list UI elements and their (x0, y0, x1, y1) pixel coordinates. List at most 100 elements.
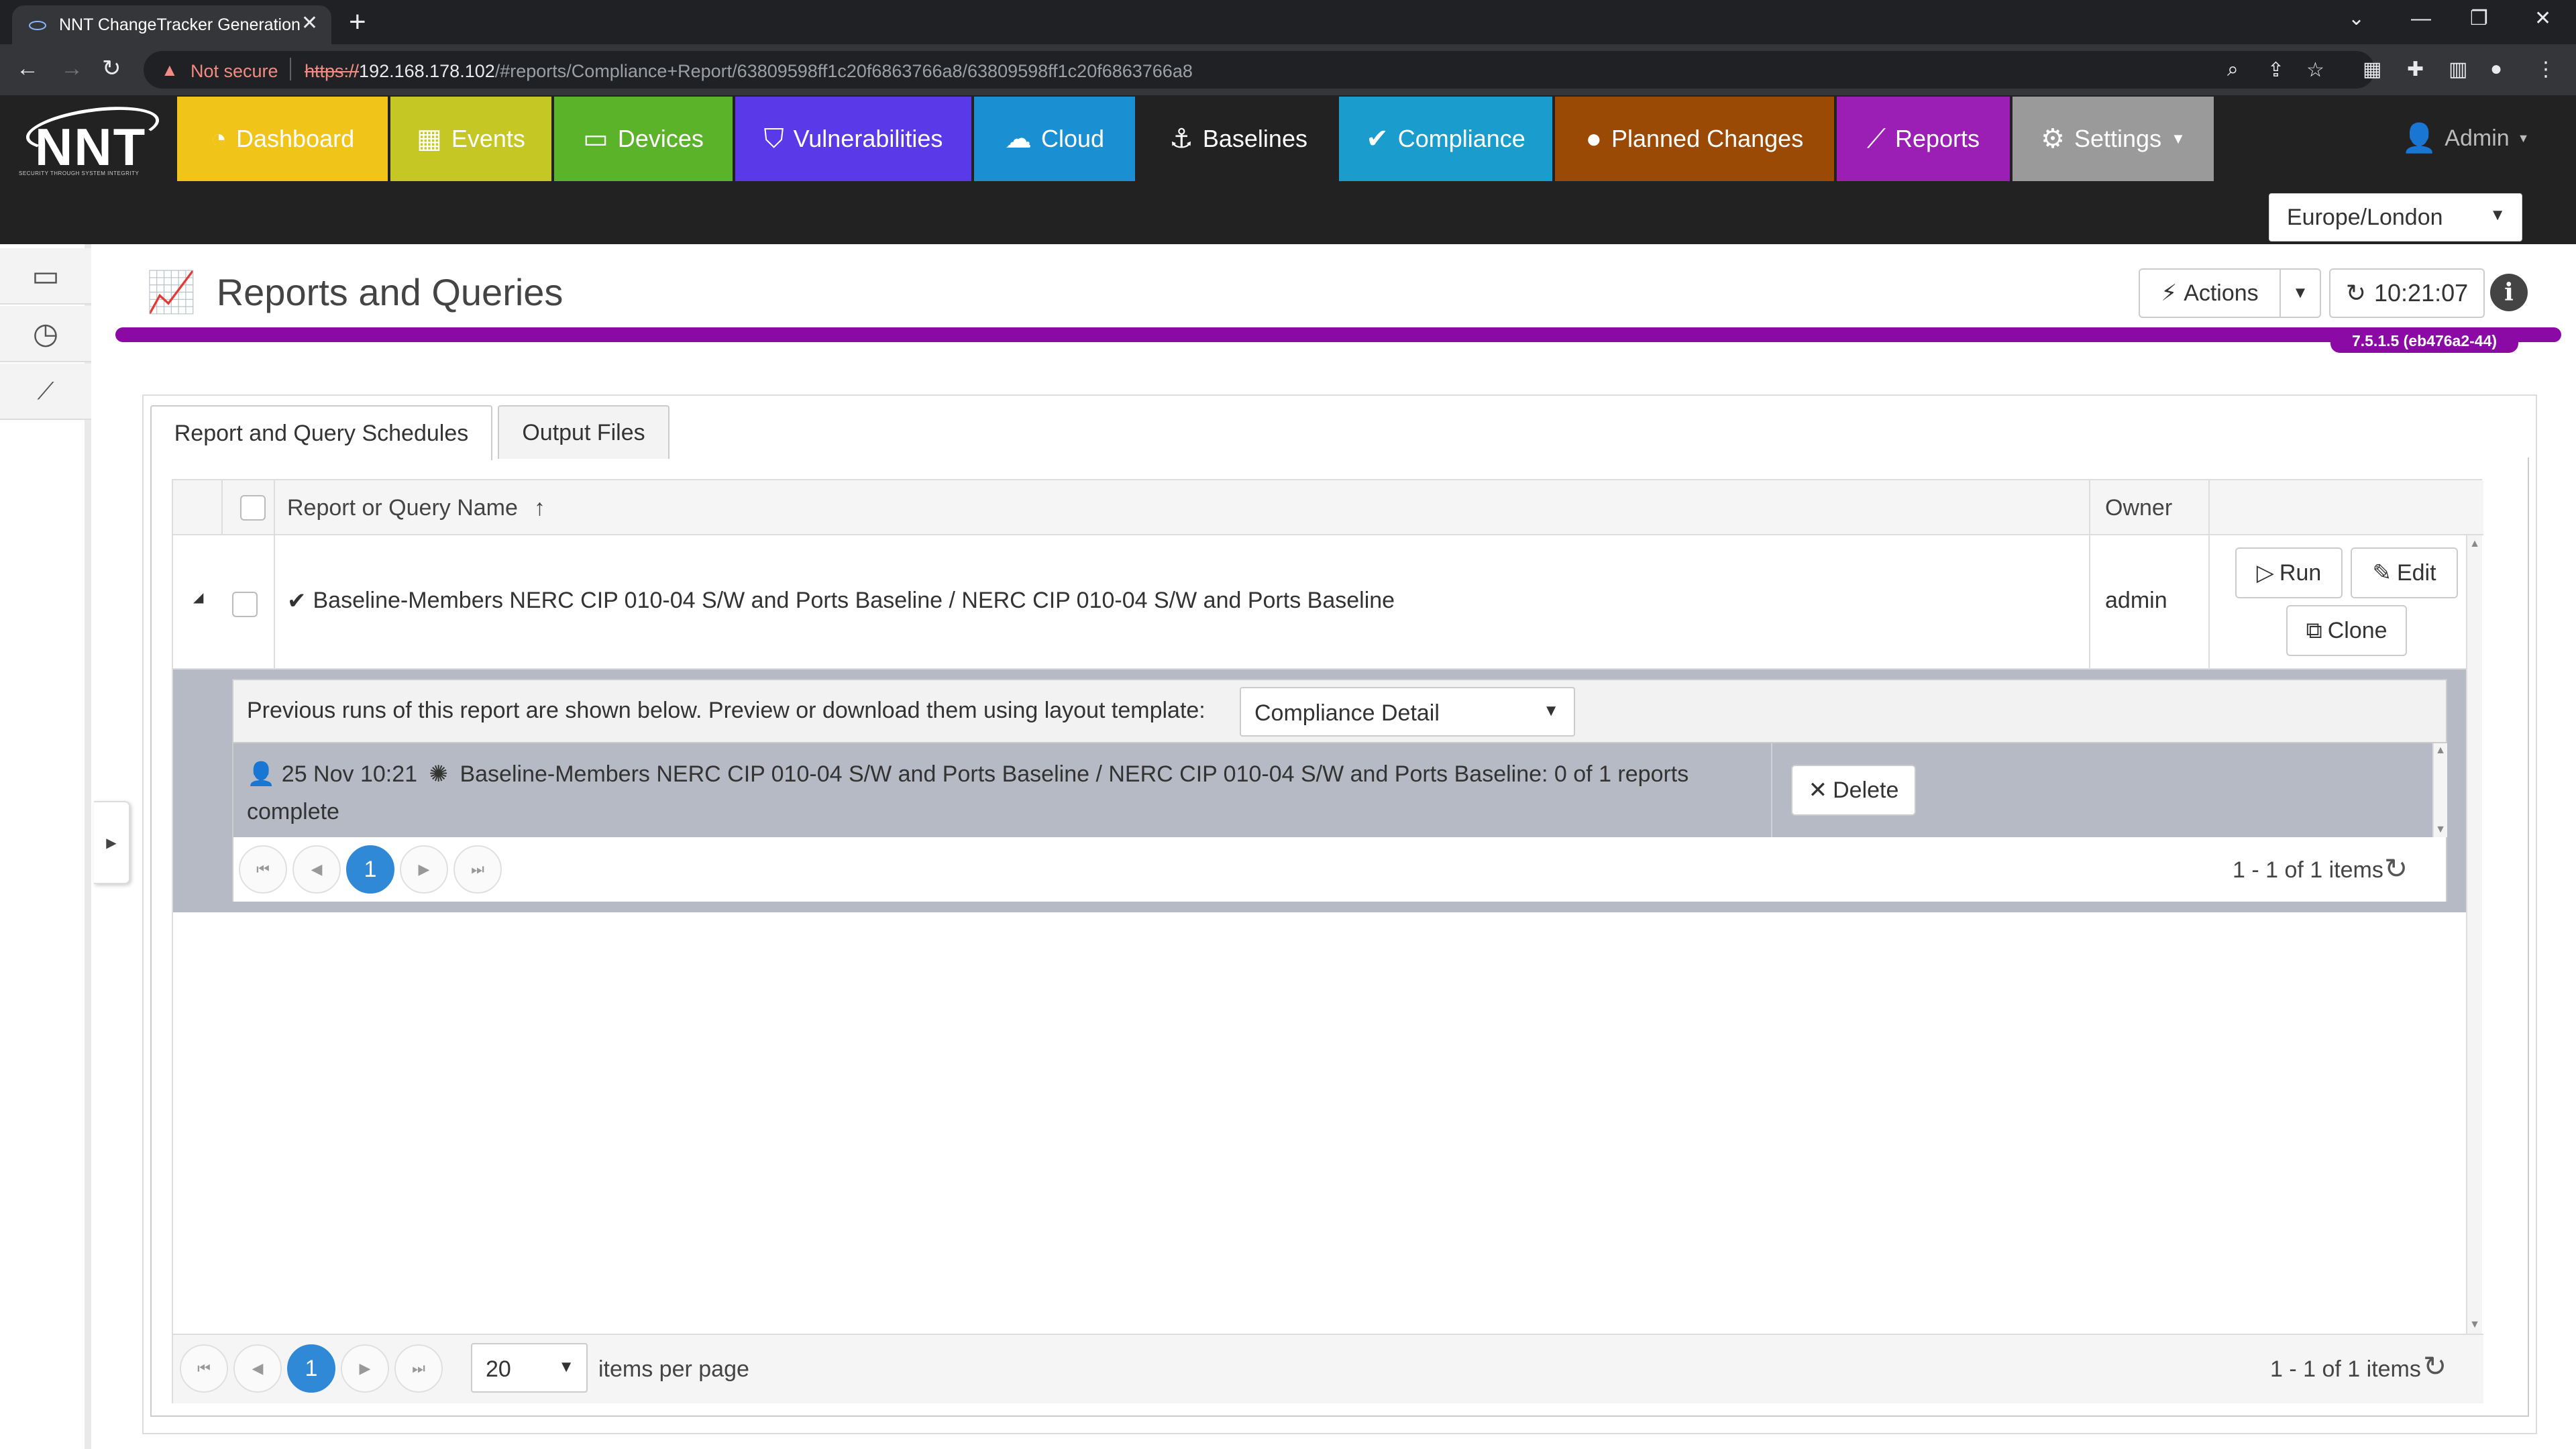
bookmark-star-icon[interactable]: ☆ (2306, 58, 2324, 82)
nav-planned-changes[interactable]: ● Planned Changes (1555, 97, 1834, 181)
rail-history-button[interactable]: ◷ (0, 306, 91, 362)
refresh-clock-button[interactable]: ↻ 10:21:07 (2329, 268, 2485, 318)
select-all-checkbox[interactable] (240, 495, 266, 521)
last-page-icon[interactable]: ⏭ (394, 1344, 443, 1393)
runs-page-1[interactable]: 1 (346, 845, 394, 894)
scroll-down-icon[interactable]: ▼ (2434, 824, 2447, 836)
url-separator (290, 58, 291, 80)
nnt-favicon-icon (29, 21, 46, 30)
nav-compliance[interactable]: ✔ Compliance (1339, 97, 1552, 181)
clone-button[interactable]: ⧉ Clone (2286, 605, 2407, 656)
share-icon[interactable]: ⇪ (2267, 58, 2284, 82)
first-page-icon[interactable]: ⏮ (180, 1344, 228, 1393)
info-icon[interactable]: i (2490, 274, 2528, 311)
refresh-icon[interactable]: ↻ (2423, 1350, 2447, 1383)
nnt-logo[interactable]: NNT SECURITY THROUGH SYSTEM INTEGRITY (17, 99, 162, 184)
delete-run-button[interactable]: ✕ Delete (1791, 765, 1916, 816)
rail-reports-button[interactable]: ⟋ (0, 364, 91, 420)
table-row[interactable]: ◢ ✔ Baseline-Members NERC CIP 010-04 S/W… (173, 535, 2466, 669)
nav-cloud[interactable]: ☁ Cloud (974, 97, 1135, 181)
side-panel-icon[interactable]: ▥ (2449, 58, 2467, 81)
collapse-row-icon[interactable]: ◢ (193, 589, 203, 606)
url-path: /#reports/Compliance+Report/63809598ff1c… (494, 61, 1193, 81)
caret-down-icon: ▼ (2489, 206, 2506, 224)
actions-button[interactable]: ⚡ Actions (2140, 270, 2281, 317)
extensions-icon[interactable]: ✚ (2407, 58, 2424, 81)
zoom-icon[interactable]: ⌕ (2227, 58, 2239, 81)
reload-icon[interactable]: ↻ (102, 55, 121, 82)
nav-reports[interactable]: ⟋ Reports (1837, 97, 2010, 181)
app-header: NNT SECURITY THROUGH SYSTEM INTEGRITY ◔ … (0, 95, 2576, 244)
new-tab-icon[interactable]: + (349, 5, 366, 39)
qr-extension-icon[interactable]: ▦ (2363, 58, 2381, 81)
column-header-owner[interactable]: Owner (2105, 480, 2172, 535)
minimize-icon[interactable]: — (2411, 5, 2431, 32)
window-close-icon[interactable]: ✕ (2534, 5, 2551, 32)
runs-scrollbar[interactable]: ▲ ▼ (2432, 743, 2447, 837)
column-header-name[interactable]: Report or Query Name ↑ (287, 480, 545, 535)
page-size-select[interactable]: 20 ▼ (471, 1343, 588, 1393)
next-page-icon[interactable]: ▶ (400, 845, 448, 894)
scroll-up-icon[interactable]: ▲ (2467, 538, 2482, 550)
restore-icon[interactable]: ❐ (2470, 5, 2488, 32)
edit-button[interactable]: ✎ Edit (2351, 547, 2458, 598)
tab-output-files[interactable]: Output Files (498, 405, 669, 459)
next-page-icon[interactable]: ▶ (341, 1344, 389, 1393)
nav-events[interactable]: ▦ Events (390, 97, 551, 181)
runs-pager: ⏮ ◀ 1 ▶ ⏭ 1 - 1 of 1 items ↻ (233, 837, 2446, 902)
scroll-up-icon[interactable]: ▲ (2434, 745, 2447, 757)
nav-vulnerabilities[interactable]: ⛉ Vulnerabilities (735, 97, 971, 181)
rail-devices-button[interactable]: ▭ (0, 248, 91, 305)
previous-runs-intro: Previous runs of this report are shown b… (247, 698, 1205, 723)
prev-page-icon[interactable]: ◀ (292, 845, 341, 894)
close-icon: ✕ (1808, 777, 1828, 803)
actions-caret-button[interactable]: ▼ (2281, 284, 2320, 303)
nav-settings[interactable]: ⚙ Settings ▼ (2012, 97, 2214, 181)
prev-page-icon[interactable]: ◀ (233, 1344, 282, 1393)
last-page-icon[interactable]: ⏭ (453, 845, 502, 894)
browser-tab[interactable]: NNT ChangeTracker Generation 7 ✕ (12, 5, 331, 44)
row-checkbox[interactable] (232, 592, 258, 617)
dashboard-gauge-icon: ◔ (210, 123, 227, 154)
close-tab-icon[interactable]: ✕ (301, 13, 318, 34)
nav-reports-label: Reports (1894, 125, 1980, 152)
grid-footer-pager: ⏮ ◀ 1 ▶ ⏭ 20 ▼ items per page 1 - 1 of 1… (173, 1334, 2483, 1403)
layout-template-select[interactable]: Compliance Detail ▼ (1240, 687, 1575, 737)
caret-down-icon: ▼ (2517, 131, 2530, 145)
row-checkbox-cell[interactable] (232, 592, 258, 617)
checkmark-icon: ✔ (287, 588, 307, 614)
actions-dropdown[interactable]: ⚡ Actions ▼ (2139, 268, 2321, 318)
grid-page-1[interactable]: 1 (287, 1344, 335, 1393)
previous-run-text: 👤 25 Nov 10:21 ✺ Baseline-Members NERC C… (247, 755, 1763, 830)
page-title: Reports and Queries (216, 271, 564, 313)
profile-icon[interactable]: ● (2490, 58, 2502, 80)
grid-scrollbar[interactable]: ▲ ▼ (2466, 535, 2482, 1334)
url-field[interactable]: ▲ Not secure https://192.168.178.102/#re… (144, 51, 2375, 89)
previous-run-row[interactable]: 👤 25 Nov 10:21 ✺ Baseline-Members NERC C… (233, 743, 2432, 837)
run-button[interactable]: ▷ Run (2235, 547, 2343, 598)
browser-menu-icon[interactable]: ⋮ (2536, 58, 2556, 81)
user-name: Admin (2445, 125, 2510, 151)
header-select-all[interactable] (232, 480, 274, 535)
tab-report-query-schedules[interactable]: Report and Query Schedules (150, 405, 492, 460)
user-menu[interactable]: 👤 Admin ▼ (2402, 122, 2530, 155)
nav-devices[interactable]: ▭ Devices (554, 97, 733, 181)
previous-runs-toolbar: Previous runs of this report are shown b… (233, 680, 2446, 743)
browser-tabbar: NNT ChangeTracker Generation 7 ✕ + ⌄ — ❐… (0, 0, 2576, 44)
first-page-icon[interactable]: ⏮ (239, 845, 287, 894)
user-icon: 👤 (247, 761, 276, 787)
nav-dashboard[interactable]: ◔ Dashboard (177, 97, 388, 181)
nav-baselines[interactable]: ⚓ Baselines (1138, 97, 1339, 181)
logo-text: NNT (35, 117, 147, 176)
scroll-down-icon[interactable]: ▼ (2467, 1319, 2482, 1331)
not-secure-label[interactable]: Not secure (191, 61, 278, 82)
timezone-select[interactable]: Europe/London ▼ (2269, 193, 2522, 241)
refresh-icon[interactable]: ↻ (2384, 852, 2408, 885)
line-chart-icon: ⟋ (1866, 123, 1886, 154)
tab-search-icon[interactable]: ⌄ (2348, 5, 2365, 32)
monitor-icon: ▭ (583, 124, 608, 154)
forward-icon[interactable]: → (60, 55, 83, 82)
rail-expand-toggle[interactable]: ▶ (94, 801, 130, 884)
back-icon[interactable]: ← (16, 55, 39, 82)
run-row-divider (1771, 743, 1772, 837)
